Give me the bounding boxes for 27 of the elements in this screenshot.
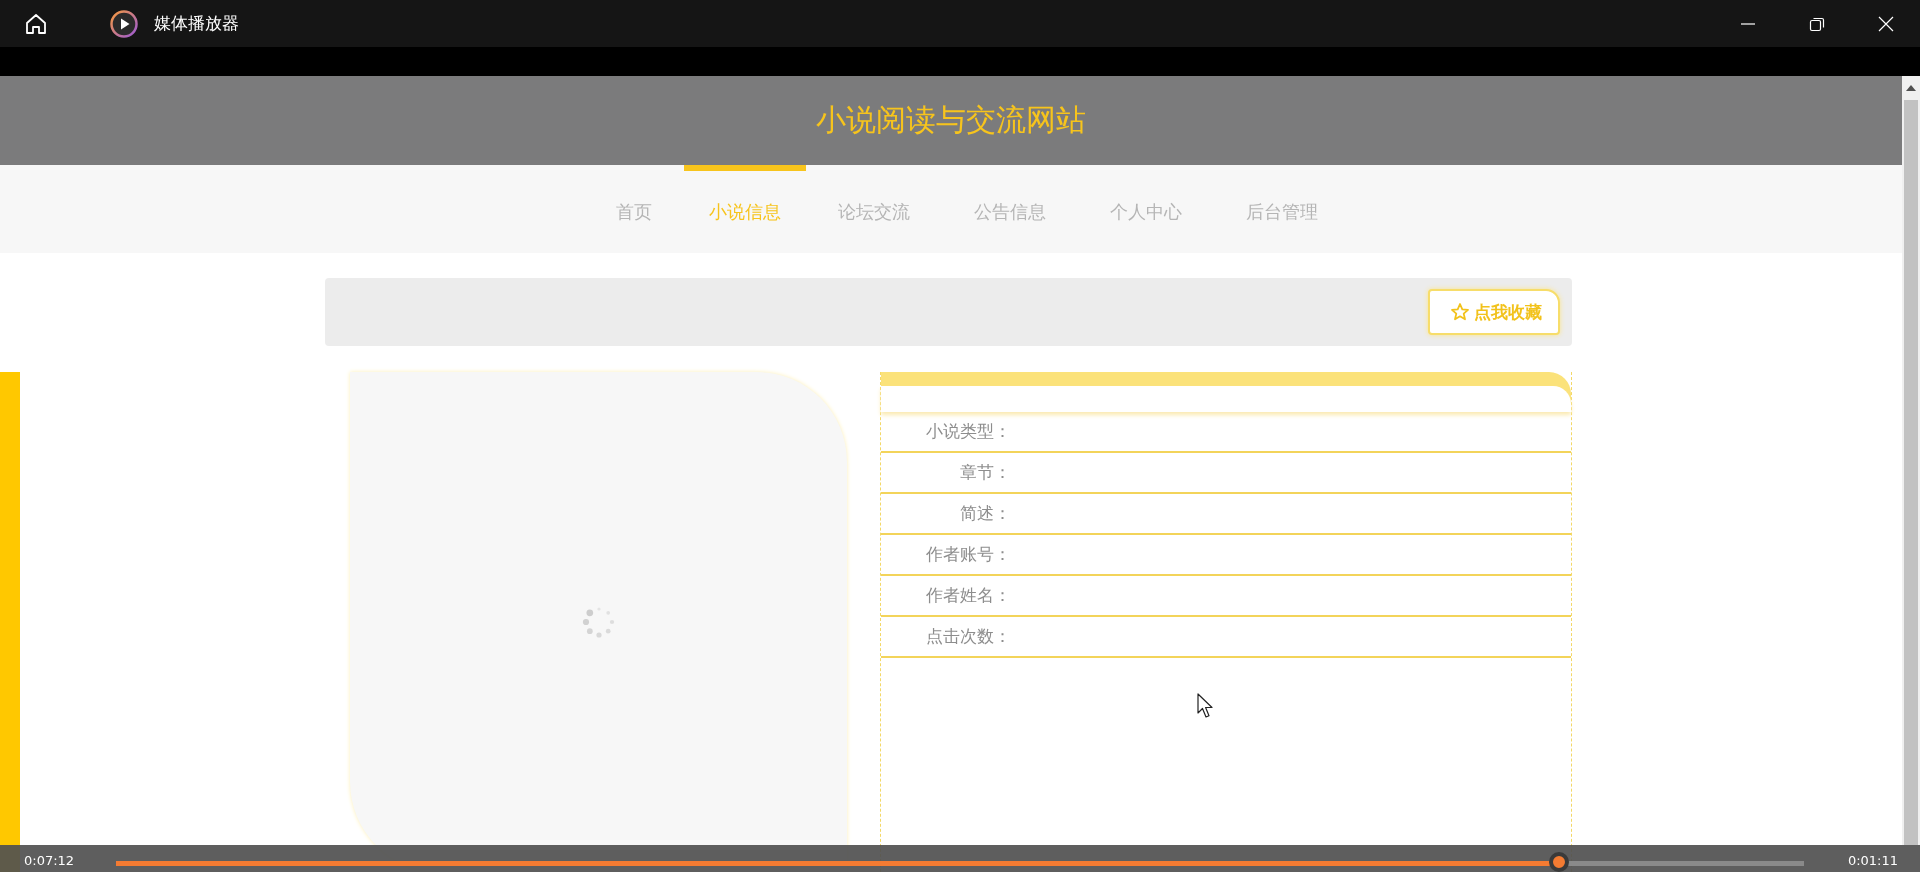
field-label: 作者姓名： <box>925 584 1012 607</box>
site-title: 小说阅读与交流网站 <box>816 101 1086 139</box>
nav-tab[interactable]: 小说信息 <box>684 165 806 253</box>
scroll-up-icon[interactable] <box>1906 85 1916 91</box>
seek-thumb[interactable] <box>1549 852 1570 872</box>
field-label: 章节： <box>959 461 1012 484</box>
favorite-button[interactable]: 点我收藏 <box>1428 289 1560 335</box>
play-logo-icon <box>110 9 138 38</box>
minimize-icon <box>1739 22 1756 25</box>
nav-tab[interactable]: 论坛交流 <box>806 165 942 253</box>
home-icon[interactable] <box>24 11 48 36</box>
remaining-time: 0:01:11 <box>1847 853 1898 868</box>
close-icon <box>1877 15 1894 32</box>
window-title: 媒体播放器 <box>154 12 239 35</box>
nav-tab[interactable]: 首页 <box>584 165 684 253</box>
mouse-cursor-icon <box>1197 693 1215 719</box>
star-icon <box>1450 302 1470 322</box>
field-label: 简述： <box>959 502 1012 525</box>
scrollbar[interactable] <box>1902 76 1920 845</box>
restore-icon <box>1808 15 1825 32</box>
nav-tab[interactable]: 公告信息 <box>942 165 1078 253</box>
nav-tab[interactable]: 后台管理 <box>1214 165 1350 253</box>
field-label: 点击次数： <box>925 625 1012 648</box>
nav-tab[interactable]: 个人中心 <box>1078 165 1214 253</box>
field-label: 作者账号： <box>925 543 1012 566</box>
elapsed-time: 0:07:12 <box>24 853 75 868</box>
field-label: 小说类型： <box>925 420 1012 443</box>
